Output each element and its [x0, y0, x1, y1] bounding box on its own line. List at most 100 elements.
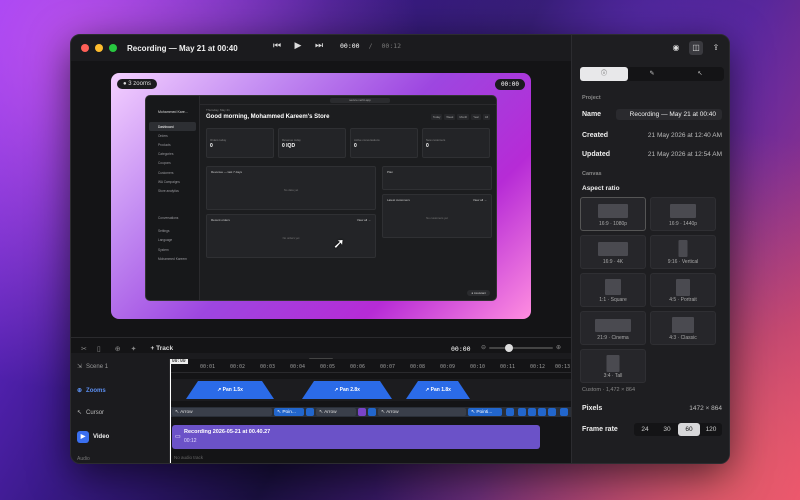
aspect-option[interactable]: 16:9 · 1080p	[580, 197, 646, 231]
video-clip[interactable]: ▭ Recording 2026-05-21 at 00.40.27 00:12	[172, 425, 540, 449]
aspect-shape	[606, 355, 620, 372]
window-controls	[81, 44, 117, 52]
cursor-segment-dot[interactable]	[306, 408, 314, 416]
close-button[interactable]	[81, 44, 89, 52]
zoom-icon: ⊕	[77, 388, 83, 394]
aspect-option[interactable]: 16:9 · 4K	[580, 235, 646, 269]
cursor-segment-dot[interactable]	[548, 408, 556, 416]
panel-toggle-icon[interactable]: ◫	[689, 41, 703, 55]
cursor-segment-pointer[interactable]: ↖ Pointi...	[468, 408, 502, 416]
recorded-nav-item: Categories	[158, 152, 174, 157]
ruler-tick: 00:05	[320, 364, 336, 370]
zoom-segment[interactable]: ↗ Pan 1.5x	[186, 381, 274, 399]
cursor-segment-dot[interactable]	[518, 408, 526, 416]
range-tab: All	[482, 114, 490, 120]
cursor-segment-dot[interactable]	[528, 408, 536, 416]
time-ruler[interactable]: 00:01 00:02 00:03 00:04 00:05 00:06 00:0…	[170, 359, 571, 373]
recorded-nav-item: Coupons	[158, 161, 171, 166]
recent-orders-panel: Recent orders View all → No orders yet	[206, 214, 376, 258]
ruler-tick: 00:09	[440, 364, 456, 370]
stat-card: Orders today 0	[206, 128, 274, 158]
cursor-segment-arrow[interactable]: ↖ Arrow	[316, 408, 356, 416]
aspect-shape	[595, 319, 631, 332]
zoom-segment[interactable]: ↗ Pan 2.8x	[302, 381, 392, 399]
panel-title: Plan	[387, 170, 394, 174]
stat-label: Orders today	[210, 138, 227, 142]
cursor-segment-dot[interactable]	[538, 408, 546, 416]
framerate-option[interactable]: 30	[656, 423, 678, 436]
cursor-segment-dot[interactable]	[358, 408, 366, 416]
range-tab: Year	[471, 114, 481, 120]
pointer-icon: ↖	[77, 410, 83, 416]
aspect-shape	[678, 240, 688, 257]
aspect-option[interactable]: 9:16 · Vertical	[650, 235, 716, 269]
aspect-option[interactable]: 4:5 · Portrait	[650, 273, 716, 307]
aspect-label: 3:4 · Tall	[603, 373, 623, 379]
stat-card: New customers 0	[422, 128, 490, 158]
trash-icon[interactable]: ▯	[97, 345, 101, 353]
maximize-button[interactable]	[109, 44, 117, 52]
zoom-out-icon[interactable]: ⊖	[481, 344, 486, 351]
framerate-option[interactable]: 24	[634, 423, 656, 436]
aspect-option[interactable]: 3:4 · Tall	[580, 349, 646, 383]
tab-cursor[interactable]: ↖	[676, 67, 724, 81]
aspect-heading: Aspect ratio	[582, 185, 620, 192]
recorded-browser-bar: secure.vertin.app	[200, 96, 496, 105]
video-clip-name: Recording 2026-05-21 at 00.40.27	[184, 429, 271, 435]
cursor-segment-dot[interactable]	[506, 408, 514, 416]
scissors-icon[interactable]: ✂	[81, 345, 87, 353]
time-separator: /	[368, 41, 373, 50]
zoom-segment[interactable]: ↗ Pan 1.8x	[406, 381, 470, 399]
preview-canvas[interactable]: ● 3 zooms 00:00 Mohammed Kare... Dashboa…	[111, 73, 531, 319]
aspect-option[interactable]: 21:9 · Cinema	[580, 311, 646, 345]
playhead[interactable]: 00:00	[170, 359, 188, 463]
current-time: 00:00	[340, 41, 360, 50]
aspect-option[interactable]: 1:1 · Square	[580, 273, 646, 307]
zoom-count-badge: ● 3 zooms	[117, 79, 157, 89]
video-camera-icon: ▶	[77, 431, 89, 443]
zoom-add-icon[interactable]: ⊕	[115, 345, 121, 353]
framerate-option[interactable]: 60	[678, 423, 700, 436]
share-icon[interactable]: ⇪	[709, 41, 723, 55]
skip-forward-icon[interactable]: ⏭	[313, 40, 325, 51]
stat-value: 0 IQD	[282, 143, 296, 149]
timeline-tracks[interactable]: 00:01 00:02 00:03 00:04 00:05 00:06 00:0…	[169, 359, 571, 463]
zoom-lane[interactable]: ↗ Pan 1.5x ↗ Pan 2.8x ↗ Pan 1.8x	[170, 379, 571, 401]
timeline-zoom-slider[interactable]	[489, 344, 553, 352]
aspect-option[interactable]: 16:9 · 1440p	[650, 197, 716, 231]
aspect-option[interactable]: 4:3 · Classic	[650, 311, 716, 345]
framerate-row: Frame rate	[582, 426, 632, 433]
project-name-field[interactable]: Recording — May 21 at 00:40	[616, 109, 722, 120]
aspect-heading-row: Aspect ratio	[582, 185, 722, 192]
ruler-tick: 00:03	[260, 364, 276, 370]
zoom-in-icon[interactable]: ⊕	[556, 344, 561, 351]
record-icon[interactable]: ◉	[669, 41, 683, 55]
panel-empty: No orders yet	[282, 236, 300, 240]
window-title: Recording — May 21 at 00:40	[127, 43, 238, 53]
magic-wand-icon[interactable]: ✦	[131, 345, 137, 353]
tab-info[interactable]: ⓘ	[580, 67, 628, 81]
cursor-label-text: Cursor	[86, 409, 105, 416]
cursor-segment-dot[interactable]	[560, 408, 568, 416]
slider-knob[interactable]	[505, 344, 513, 352]
cursor-lane[interactable]: ↖ Arrow ↖ Poin... ↖ Arrow ↖ Arrow ↖ Poin…	[170, 407, 571, 417]
cursor-segment-dot[interactable]	[368, 408, 376, 416]
framerate-option[interactable]: 120	[700, 423, 722, 436]
recorded-url: secure.vertin.app	[330, 98, 390, 103]
add-track-button[interactable]: + Track	[150, 345, 173, 352]
cursor-segment-arrow[interactable]: ↖ Arrow	[378, 408, 466, 416]
play-icon[interactable]: ▶	[292, 40, 304, 51]
skip-back-icon[interactable]: ⏮	[271, 40, 283, 51]
recorded-nav-item: WA Campaigns	[158, 179, 180, 184]
framerate-label: Frame rate	[582, 426, 618, 433]
cursor-segment-arrow[interactable]: ↖ Arrow	[172, 408, 272, 416]
plan-panel: Plan	[382, 166, 492, 190]
cursor-segment-pointer[interactable]: ↖ Poin...	[274, 408, 304, 416]
stat-label: Revenue today	[282, 138, 301, 142]
panel-empty: No data yet	[283, 188, 299, 192]
recorded-nav-item: System	[158, 247, 169, 252]
created-label: Created	[582, 132, 609, 139]
tab-style[interactable]: ✎	[628, 67, 676, 81]
minimize-button[interactable]	[95, 44, 103, 52]
cursor-label: ↖ Cursor	[77, 409, 105, 417]
